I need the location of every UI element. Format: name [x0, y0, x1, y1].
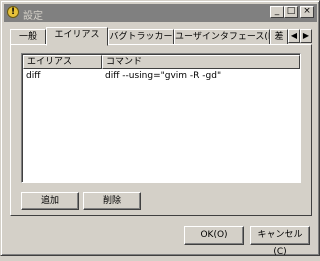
command-cell: diff --using="gvim -R -gd" — [105, 71, 222, 81]
title-bar[interactable]: ! 設定 _ □ × — [4, 4, 317, 22]
alias-cell: diff — [26, 71, 41, 81]
tab-diff-partial[interactable]: 差 — [270, 29, 288, 45]
chevron-left-icon: ◀ — [290, 31, 298, 40]
column-header-command[interactable]: コマンド — [102, 55, 300, 69]
ok-button[interactable]: OK(O) — [184, 226, 244, 245]
tab-general[interactable]: 一般 — [10, 29, 46, 45]
close-button[interactable]: × — [300, 6, 314, 18]
tab-scroll-right-button[interactable]: ▶ — [300, 29, 312, 43]
maximize-button[interactable]: □ — [284, 6, 298, 18]
tab-aliases[interactable]: エイリアス — [46, 27, 108, 46]
chevron-right-icon: ▶ — [302, 31, 310, 40]
minimize-icon: _ — [274, 6, 280, 16]
column-header-alias[interactable]: エイリアス — [23, 55, 102, 69]
add-button[interactable]: 追加 — [21, 192, 79, 210]
list-header: エイリアス コマンド — [23, 55, 300, 69]
delete-button[interactable]: 削除 — [83, 192, 141, 210]
tab-strip: 一般 エイリアス バグトラッカー ユーザインタフェース(I) 差 ◀ ▶ — [10, 27, 312, 46]
app-icon: ! — [7, 6, 19, 18]
minimize-button[interactable]: _ — [270, 6, 284, 18]
maximize-icon: □ — [286, 6, 296, 16]
close-icon: × — [303, 6, 311, 16]
settings-dialog: ! 設定 _ □ × 一般 エイリアス バグトラッカー ユーザインタフェース(I… — [0, 0, 320, 257]
window-title: 設定 — [23, 11, 43, 22]
cancel-button[interactable]: キャンセル(C) — [250, 226, 310, 257]
tab-bug-tracker[interactable]: バグトラッカー — [108, 29, 174, 45]
tab-user-interface[interactable]: ユーザインタフェース(I) — [174, 29, 270, 45]
alias-list[interactable]: エイリアス コマンド diff diff --using="gvim -R -g… — [21, 53, 301, 183]
list-item[interactable]: diff diff --using="gvim -R -gd" — [23, 70, 299, 82]
tab-scroll-left-button[interactable]: ◀ — [288, 29, 300, 43]
